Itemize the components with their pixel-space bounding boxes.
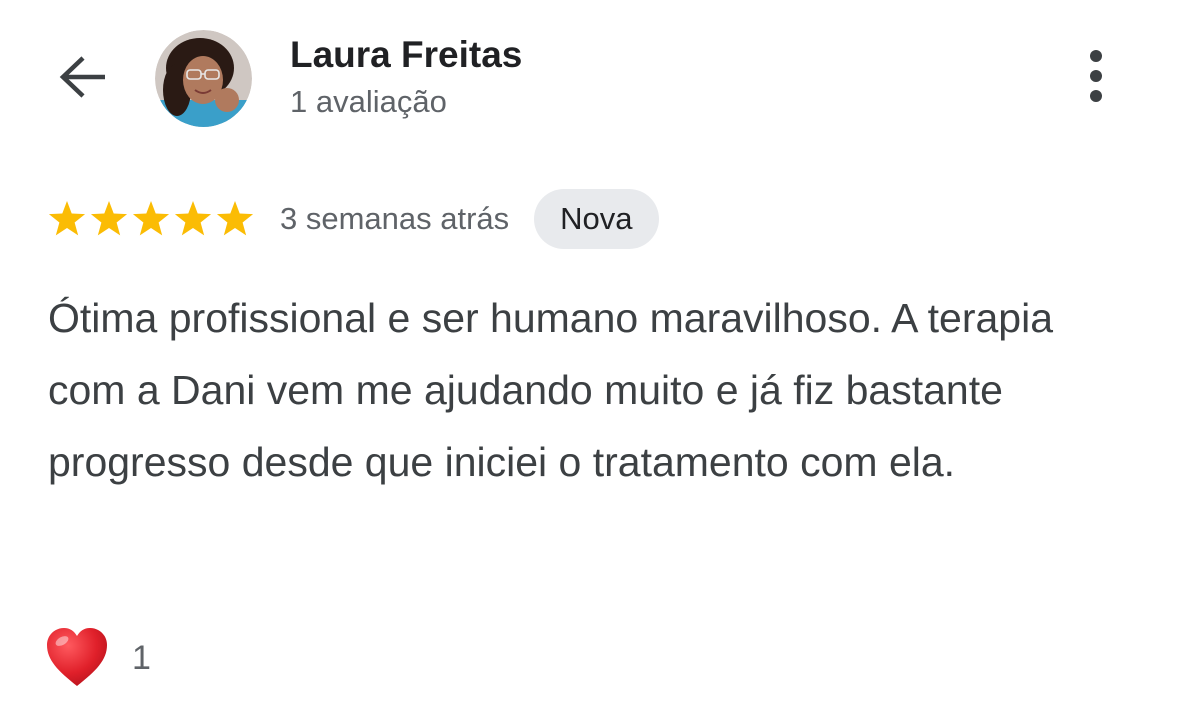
star-icon <box>48 201 86 236</box>
author-review-count: 1 avaliação <box>290 84 447 119</box>
review-time-ago: 3 semanas atrás <box>280 201 510 236</box>
arrow-left-icon <box>57 53 109 106</box>
reaction-count: 1 <box>132 638 151 677</box>
avatar[interactable] <box>155 30 252 127</box>
more-options-button[interactable] <box>1070 48 1122 108</box>
back-button[interactable] <box>52 50 114 108</box>
star-icon <box>174 201 212 236</box>
author-name[interactable]: Laura Freitas <box>290 34 522 76</box>
reaction-button[interactable]: 1 <box>44 626 151 690</box>
star-rating <box>48 200 258 238</box>
avatar-image <box>155 30 252 127</box>
more-vertical-icon <box>1086 48 1106 109</box>
heart-icon <box>44 626 110 690</box>
star-icon <box>90 201 128 236</box>
star-icon <box>132 201 170 236</box>
new-review-badge: Nova <box>534 189 659 249</box>
review-text: Ótima profissional e ser humano maravilh… <box>48 295 1054 485</box>
review-meta: 3 semanas atrás Nova <box>48 189 659 249</box>
star-icon <box>216 201 254 236</box>
